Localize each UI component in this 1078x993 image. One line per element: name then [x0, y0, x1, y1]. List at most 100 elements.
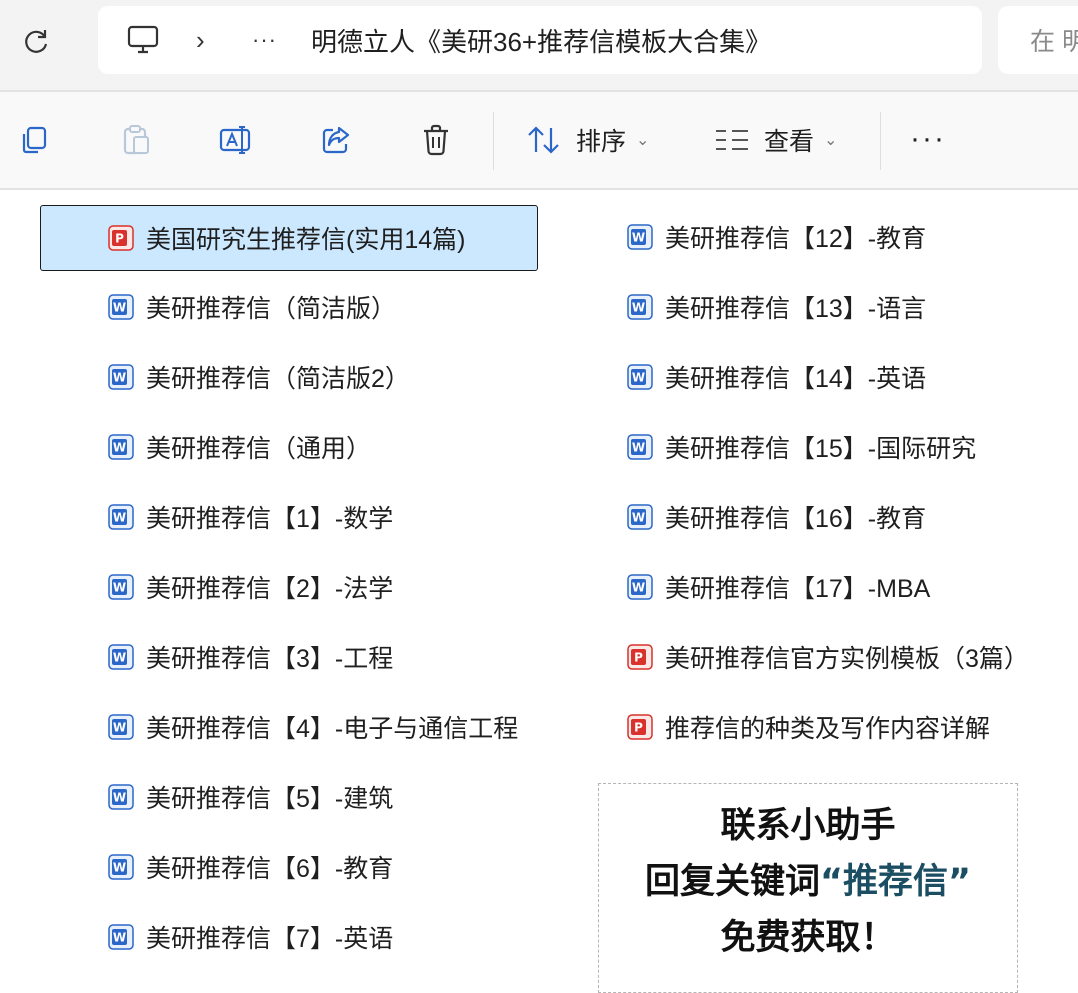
- promo-line-2: 回复关键词“推荐信”: [599, 854, 1017, 910]
- file-item[interactable]: W 美研推荐信【2】-法学: [108, 558, 393, 616]
- file-name: 美研推荐信官方实例模板（3篇）: [665, 645, 1029, 673]
- pdf-file-icon: P: [108, 225, 134, 251]
- file-item[interactable]: P 美国研究生推荐信(实用14篇): [40, 205, 538, 271]
- file-name: 美研推荐信【5】-建筑: [146, 785, 394, 813]
- breadcrumb-current-folder[interactable]: 明德立人《美研36+推荐信模板大合集》: [311, 22, 771, 59]
- file-item[interactable]: P 推荐信的种类及写作内容详解: [627, 698, 990, 756]
- word-file-icon: W: [627, 574, 653, 600]
- word-file-icon: W: [108, 714, 134, 740]
- share-button[interactable]: [316, 120, 356, 160]
- chevron-down-icon: ⌄: [824, 132, 838, 149]
- svg-text:W: W: [632, 511, 645, 525]
- svg-text:W: W: [113, 371, 126, 385]
- view-label: 查看: [764, 128, 815, 156]
- svg-text:W: W: [632, 231, 645, 245]
- search-input[interactable]: 在 明: [998, 6, 1078, 74]
- breadcrumb-separator[interactable]: ›: [196, 25, 212, 56]
- file-item[interactable]: W 美研推荐信【14】-英语: [627, 348, 926, 406]
- word-file-icon: W: [108, 924, 134, 950]
- file-item[interactable]: W 美研推荐信【12】-教育: [627, 208, 926, 266]
- word-file-icon: W: [108, 854, 134, 880]
- paste-icon: [123, 125, 149, 155]
- file-item[interactable]: W 美研推荐信【13】-语言: [627, 278, 926, 336]
- word-file-icon: W: [108, 574, 134, 600]
- breadcrumb-overflow-button[interactable]: ···: [252, 27, 277, 53]
- file-name: 推荐信的种类及写作内容详解: [665, 715, 991, 743]
- svg-text:W: W: [113, 931, 126, 945]
- file-item[interactable]: W 美研推荐信【16】-教育: [627, 488, 926, 546]
- pdf-file-icon: P: [627, 644, 653, 670]
- pdf-file-icon: P: [627, 714, 653, 740]
- sort-label: 排序: [576, 128, 627, 156]
- rename-button[interactable]: [216, 120, 256, 160]
- separator: [493, 112, 494, 170]
- file-name: 美研推荐信（简洁版2）: [146, 365, 410, 393]
- chevron-down-icon: ⌄: [636, 132, 650, 149]
- copy-icon: [22, 126, 47, 154]
- delete-button[interactable]: [416, 120, 456, 160]
- word-file-icon: W: [108, 364, 134, 390]
- sort-button[interactable]: 排序 ⌄: [526, 116, 649, 164]
- svg-text:W: W: [113, 581, 126, 595]
- svg-text:W: W: [113, 791, 126, 805]
- file-item[interactable]: W 美研推荐信【5】-建筑: [108, 768, 393, 826]
- svg-text:P: P: [634, 721, 643, 735]
- file-name: 美研推荐信【2】-法学: [146, 575, 394, 603]
- file-item[interactable]: W 美研推荐信【15】-国际研究: [627, 418, 976, 476]
- svg-text:P: P: [634, 651, 643, 665]
- svg-text:W: W: [113, 721, 126, 735]
- copy-button[interactable]: [14, 120, 54, 160]
- file-item[interactable]: W 美研推荐信【4】-电子与通信工程: [108, 698, 518, 756]
- this-pc-icon[interactable]: [126, 23, 160, 57]
- breadcrumb[interactable]: › ··· 明德立人《美研36+推荐信模板大合集》: [98, 6, 982, 74]
- file-item[interactable]: W 美研推荐信【3】-工程: [108, 628, 393, 686]
- word-file-icon: W: [627, 364, 653, 390]
- file-name: 美国研究生推荐信(实用14篇): [146, 226, 466, 254]
- file-item[interactable]: W 美研推荐信（通用）: [108, 418, 371, 476]
- paste-button[interactable]: [116, 120, 156, 160]
- word-file-icon: W: [108, 784, 134, 810]
- file-name: 美研推荐信【6】-教育: [146, 855, 394, 883]
- svg-text:W: W: [632, 441, 645, 455]
- rename-icon: [219, 126, 251, 154]
- word-file-icon: W: [108, 434, 134, 460]
- promo-box: 联系小助手 回复关键词“推荐信” 免费获取！: [598, 783, 1018, 993]
- file-item[interactable]: P 美研推荐信官方实例模板（3篇）: [627, 628, 1029, 686]
- svg-text:W: W: [632, 371, 645, 385]
- word-file-icon: W: [108, 644, 134, 670]
- file-item[interactable]: W 美研推荐信【7】-英语: [108, 908, 393, 966]
- word-file-icon: W: [627, 434, 653, 460]
- svg-text:W: W: [113, 511, 126, 525]
- file-name: 美研推荐信【4】-电子与通信工程: [146, 715, 519, 743]
- file-item[interactable]: W 美研推荐信【6】-教育: [108, 838, 393, 896]
- file-name: 美研推荐信（简洁版）: [146, 295, 397, 323]
- refresh-button[interactable]: [14, 22, 58, 62]
- promo-line-1: 联系小助手: [720, 806, 896, 846]
- file-item[interactable]: W 美研推荐信（简洁版）: [108, 278, 396, 336]
- promo-line-2-prefix: 回复关键词: [644, 862, 820, 902]
- file-item[interactable]: W 美研推荐信【17】-MBA: [627, 558, 930, 616]
- svg-text:W: W: [113, 861, 126, 875]
- file-name: 美研推荐信【17】-MBA: [665, 575, 931, 603]
- file-name: 美研推荐信【12】-教育: [665, 225, 927, 253]
- more-options-button[interactable]: ···: [910, 122, 946, 156]
- file-item[interactable]: W 美研推荐信（简洁版2）: [108, 348, 410, 406]
- word-file-icon: W: [108, 294, 134, 320]
- svg-text:W: W: [113, 301, 126, 315]
- promo-line-3: 免费获取！: [720, 918, 896, 958]
- file-name: 美研推荐信【7】-英语: [146, 925, 394, 953]
- svg-text:W: W: [113, 441, 126, 455]
- trash-icon: [424, 124, 448, 156]
- svg-text:W: W: [113, 651, 126, 665]
- file-name: 美研推荐信【1】-数学: [146, 505, 394, 533]
- word-file-icon: W: [627, 224, 653, 250]
- file-name: 美研推荐信【16】-教育: [665, 505, 927, 533]
- refresh-icon: [25, 30, 48, 53]
- word-file-icon: W: [108, 504, 134, 530]
- file-name: 美研推荐信【14】-英语: [665, 365, 927, 393]
- file-name: 美研推荐信（通用）: [146, 435, 372, 463]
- svg-text:P: P: [115, 232, 124, 246]
- file-item[interactable]: W 美研推荐信【1】-数学: [108, 488, 393, 546]
- view-button[interactable]: 查看 ⌄: [714, 116, 837, 164]
- file-name: 美研推荐信【13】-语言: [665, 295, 927, 323]
